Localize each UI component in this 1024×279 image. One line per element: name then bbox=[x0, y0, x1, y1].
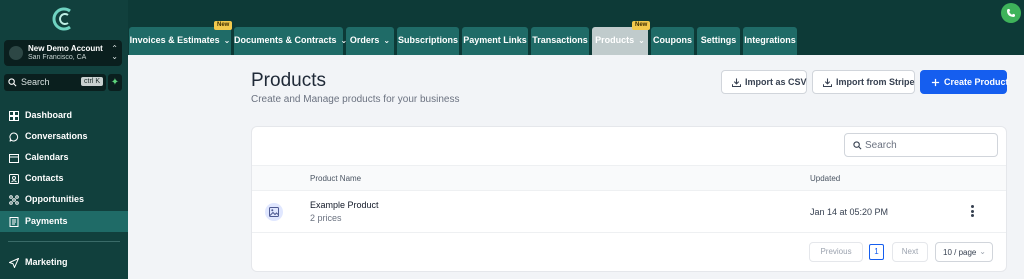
create-product-button[interactable]: Create Product bbox=[920, 70, 1009, 94]
tab-label: Transactions bbox=[532, 35, 588, 45]
page-subtitle: Create and Manage products for your busi… bbox=[251, 94, 460, 105]
search-icon bbox=[8, 78, 17, 87]
phone-call-button[interactable] bbox=[1001, 3, 1021, 23]
chat-icon bbox=[9, 132, 19, 142]
column-header-updated: Updated bbox=[810, 174, 841, 183]
import-csv-button[interactable]: Import as CSV bbox=[721, 70, 807, 94]
payments-icon bbox=[9, 217, 19, 227]
pagination-next-button[interactable]: Next bbox=[892, 242, 928, 262]
pagination-previous-button[interactable]: Previous bbox=[809, 242, 863, 262]
new-badge: New bbox=[632, 21, 651, 30]
create-product-label: Create Product bbox=[944, 77, 1009, 87]
account-switcher[interactable]: New Demo Account San Francisco, CA ⌃ ⌄ bbox=[4, 40, 122, 66]
tab-coupons[interactable]: Coupons bbox=[651, 27, 694, 55]
plus-icon bbox=[931, 78, 940, 87]
sidebar-item-label: Payments bbox=[25, 216, 68, 226]
chevron-down-icon: ⌄ bbox=[223, 36, 231, 45]
tab-integrations[interactable]: Integrations bbox=[743, 27, 797, 55]
image-icon bbox=[269, 207, 279, 217]
tab-transactions[interactable]: Transactions bbox=[531, 27, 589, 55]
search-icon bbox=[853, 141, 862, 150]
sidebar-item-label: Contacts bbox=[25, 173, 64, 183]
page-title: Products bbox=[251, 70, 326, 91]
tab-label: Products bbox=[595, 35, 635, 45]
sidebar-search-placeholder: Search bbox=[21, 77, 50, 87]
import-stripe-button[interactable]: Import from Stripe bbox=[812, 70, 915, 94]
tab-label: Orders bbox=[349, 35, 380, 45]
sidebar-search[interactable]: Search ctrl K bbox=[4, 74, 106, 91]
opportunities-icon bbox=[9, 195, 19, 205]
tab-label: Subscriptions bbox=[397, 35, 458, 45]
more-options-icon[interactable] bbox=[968, 205, 976, 219]
chevron-down-icon: ⌄ bbox=[979, 247, 986, 256]
tab-label: Invoices & Estimates bbox=[129, 35, 220, 45]
sidebar-item-label: Dashboard bbox=[25, 110, 73, 120]
tab-label: Payment Links bbox=[463, 35, 527, 45]
chevron-updown-icon: ⌃ ⌄ bbox=[111, 44, 118, 61]
tab-label: Documents & Contracts bbox=[234, 35, 337, 45]
sidebar-item-opportunities[interactable]: Opportunities bbox=[0, 189, 128, 210]
table-header: Product Name Updated bbox=[252, 165, 1006, 191]
chevron-down-icon: ⌄ bbox=[638, 36, 645, 45]
new-badge: New bbox=[214, 21, 233, 30]
download-icon bbox=[732, 78, 741, 87]
calendar-icon bbox=[9, 154, 19, 163]
sidebar-item-conversations[interactable]: Conversations bbox=[0, 126, 128, 147]
account-location: San Francisco, CA bbox=[28, 54, 87, 61]
column-header-product-name: Product Name bbox=[310, 174, 362, 183]
tab-products[interactable]: Products ⌄ bbox=[592, 27, 648, 55]
tab-subscriptions[interactable]: Subscriptions bbox=[397, 27, 459, 55]
dashboard-icon bbox=[9, 111, 19, 121]
tab-documents-contracts[interactable]: Documents & Contracts ⌄ bbox=[234, 27, 347, 55]
sidebar-item-label: Calendars bbox=[25, 152, 69, 162]
contacts-icon bbox=[9, 174, 19, 184]
sidebar-item-label: Marketing bbox=[25, 257, 68, 267]
tab-label: Integrations bbox=[744, 35, 796, 45]
sidebar-item-label: Conversations bbox=[25, 131, 88, 141]
import-stripe-label: Import from Stripe bbox=[836, 77, 915, 87]
search-placeholder: Search bbox=[865, 140, 897, 151]
page-size-value: 10 / page bbox=[943, 248, 977, 257]
tab-invoices-estimates[interactable]: Invoices & Estimates ⌄ bbox=[129, 27, 231, 55]
sidebar-item-contacts[interactable]: Contacts bbox=[0, 168, 128, 189]
tab-settings[interactable]: Settings bbox=[697, 27, 740, 55]
import-csv-label: Import as CSV bbox=[745, 77, 807, 87]
sidebar-divider bbox=[8, 241, 120, 242]
download-icon bbox=[823, 78, 832, 87]
sidebar-item-label: Opportunities bbox=[25, 194, 84, 204]
send-icon bbox=[9, 258, 19, 268]
account-avatar-icon bbox=[9, 46, 23, 60]
sidebar: New Demo Account San Francisco, CA ⌃ ⌄ Se… bbox=[0, 0, 128, 279]
product-prices: 2 prices bbox=[310, 213, 342, 223]
tab-label: Settings bbox=[700, 35, 737, 45]
product-updated: Jan 14 at 05:20 PM bbox=[810, 207, 889, 217]
sidebar-item-dashboard[interactable]: Dashboard bbox=[0, 105, 128, 126]
page-size-select[interactable]: 10 / page ⌄ bbox=[935, 242, 993, 262]
phone-icon bbox=[1007, 9, 1015, 17]
pagination-page-1[interactable]: 1 bbox=[869, 244, 884, 260]
sidebar-item-payments[interactable]: Payments bbox=[0, 211, 128, 232]
product-name[interactable]: Example Product bbox=[310, 200, 379, 210]
brand-logo-icon bbox=[52, 7, 71, 31]
products-table-card: Search Product Name Updated Example Prod… bbox=[251, 126, 1007, 272]
table-row[interactable]: Example Product 2 prices Jan 14 at 05:20… bbox=[252, 191, 1006, 233]
sidebar-item-marketing[interactable]: Marketing bbox=[0, 252, 128, 273]
tab-label: Coupons bbox=[653, 35, 692, 45]
chevron-down-icon: ⌄ bbox=[383, 36, 391, 45]
sidebar-item-calendars[interactable]: Calendars bbox=[0, 147, 128, 168]
ai-sparkle-icon[interactable]: ✦ bbox=[108, 74, 122, 91]
product-search-input[interactable]: Search bbox=[844, 133, 998, 157]
search-shortcut: ctrl K bbox=[81, 77, 103, 86]
tab-payment-links[interactable]: Payment Links bbox=[462, 27, 528, 55]
tab-orders[interactable]: Orders ⌄ bbox=[346, 27, 394, 55]
account-name: New Demo Account bbox=[28, 44, 103, 53]
product-image-placeholder bbox=[265, 203, 283, 221]
